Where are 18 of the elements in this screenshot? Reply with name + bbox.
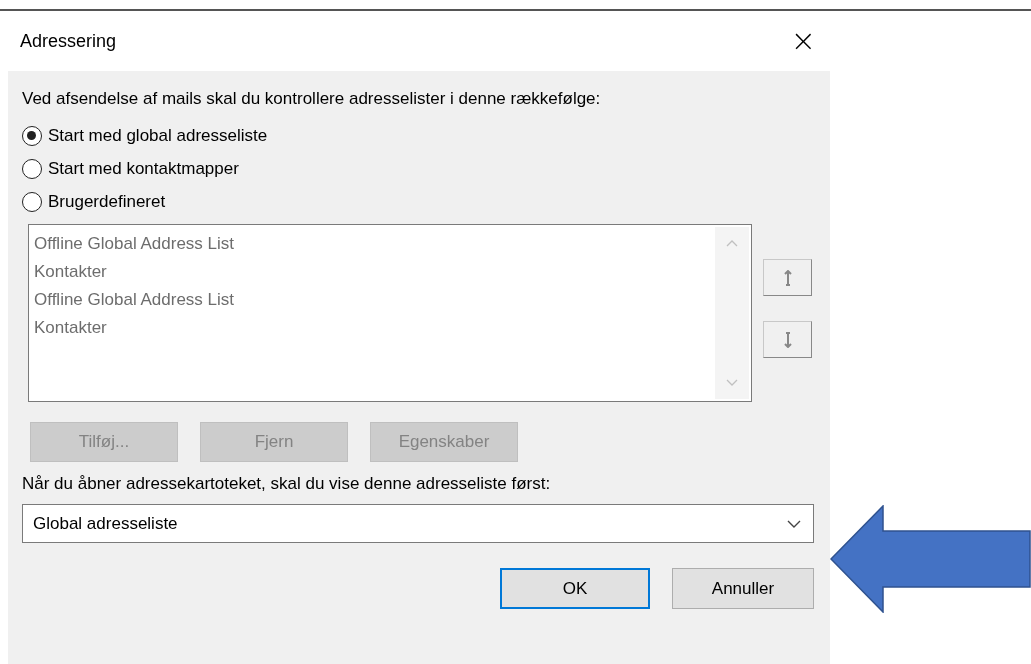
close-button[interactable]: × [784,26,822,56]
down-arrow-icon [782,331,793,348]
radio-option[interactable]: Brugerdefineret [22,190,816,214]
radio-button[interactable] [22,192,42,212]
window-title: Adressering [20,30,117,52]
up-arrow-icon [782,269,793,286]
first-list-label: Når du åbner adressekartoteket, skal du vise denne adresseliste først: [22,473,552,495]
radio-button[interactable] [22,126,42,146]
move-down-button[interactable] [763,321,812,358]
dropdown-chevron-icon [787,519,801,528]
address-list-dropdown[interactable]: Global adresseliste [22,504,814,543]
cancel-button[interactable]: Annuller [672,568,814,609]
radio-button[interactable] [22,159,42,179]
radio-option[interactable]: Start med kontaktmapper [22,157,816,181]
radio-option[interactable]: Start med global adresseliste [22,124,816,148]
ok-button[interactable]: OK [500,568,650,609]
order-label: Ved afsendelse af mails skal du kontrollere adresselister i denne rækkefølge: [22,88,602,110]
move-up-button[interactable] [763,259,812,296]
